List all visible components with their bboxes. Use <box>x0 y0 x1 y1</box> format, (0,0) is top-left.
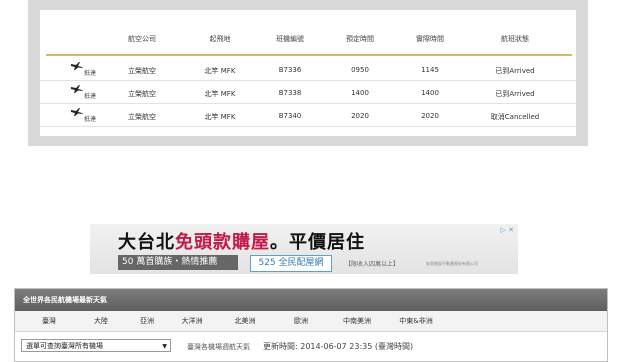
status-cell: 已到Arrived <box>495 90 535 98</box>
ad-condition-text: 【限收入四萬以上】 <box>345 261 400 268</box>
tab-europe[interactable]: 歐洲 <box>273 316 329 326</box>
airline-cell: 立榮航空 <box>128 67 156 75</box>
header-airline: 航空公司 <box>128 35 156 43</box>
airport-select-value: 選單可查詢臺灣所有機場 <box>26 342 103 350</box>
ad-brand-button[interactable]: 525 全民配屋網 <box>250 255 332 272</box>
tab-middle-east-africa[interactable]: 中東&非洲 <box>385 316 447 326</box>
update-time: 更新時間: 2014-06-07 23:35 (臺灣時間) <box>263 342 414 351</box>
weather-hint-text: 臺灣各機場週航天氣 <box>187 343 250 351</box>
flight-table-header: 航空公司 起飛地 班機編號 預定時間 實際時間 航班狀態 <box>40 10 576 52</box>
direction-label: 抵達 <box>84 70 97 77</box>
actual-cell: 1145 <box>421 66 439 74</box>
arrival-plane-icon <box>71 85 83 93</box>
weather-panel-title: 全世界各民航機場最新天氣 <box>15 289 607 311</box>
ad-company-text: 安家總部不動產經紀有限公司 <box>426 261 478 266</box>
ad-banner[interactable]: 大台北免頭款購屋。平價居住 50 萬首購族・熱情推薦 525 全民配屋網 【限收… <box>90 224 518 274</box>
tab-oceania[interactable]: 大洋洲 <box>164 316 220 326</box>
actual-cell: 1400 <box>421 89 439 97</box>
airline-cell: 立榮航空 <box>128 113 156 121</box>
airport-weather-panel: 全世界各民航機場最新天氣 臺灣 大陸 亞洲 大洋洲 北美洲 歐洲 中南美洲 中東… <box>14 288 608 362</box>
header-scheduled: 預定時間 <box>346 35 374 43</box>
header-divider <box>46 54 572 56</box>
direction-cell: 抵達 <box>70 84 104 100</box>
header-actual: 實際時間 <box>416 35 444 43</box>
ad-headline-highlight: 免頭款購屋 <box>175 232 270 253</box>
ad-tagline: 50 萬首購族・熱情推薦 <box>118 255 238 270</box>
table-row: 抵達 立榮航空 北竿 MFK B7338 1400 1400 已到Arrived <box>40 81 576 104</box>
chevron-down-icon: ▼ <box>162 343 167 350</box>
flight-table-frame: 航空公司 起飛地 班機編號 預定時間 實際時間 航班狀態 抵達 立榮航空 北竿 … <box>28 0 588 146</box>
direction-label: 抵達 <box>84 93 97 100</box>
airline-cell: 立榮航空 <box>128 90 156 98</box>
header-flight-no: 班機編號 <box>276 35 304 43</box>
direction-cell: 抵達 <box>70 61 104 77</box>
tab-latin-america[interactable]: 中南美洲 <box>329 316 385 326</box>
tab-north-america[interactable]: 北美洲 <box>217 316 273 326</box>
region-tabs: 臺灣 大陸 亞洲 大洋洲 北美洲 歐洲 中南美洲 中東&非洲 <box>15 311 607 332</box>
flight-no-cell: B7336 <box>278 66 302 74</box>
scheduled-cell: 2020 <box>351 112 369 120</box>
weather-controls: 選單可查詢臺灣所有機場 ▼ 臺灣各機場週航天氣 更新時間: 2014-06-07… <box>15 332 607 361</box>
flight-table: 航空公司 起飛地 班機編號 預定時間 實際時間 航班狀態 抵達 立榮航空 北竿 … <box>40 10 576 136</box>
header-origin: 起飛地 <box>209 35 231 43</box>
origin-cell: 北竿 MFK <box>204 67 236 75</box>
arrival-plane-icon <box>71 108 83 116</box>
status-cell: 取消Cancelled <box>490 113 540 121</box>
flight-no-cell: B7340 <box>278 112 302 120</box>
origin-cell: 北竿 MFK <box>204 90 236 98</box>
direction-label: 抵達 <box>84 116 97 123</box>
arrival-plane-icon <box>71 62 83 70</box>
ad-choices-icon[interactable]: ▷ ✕ <box>501 226 514 234</box>
tab-taiwan[interactable]: 臺灣 <box>21 316 77 326</box>
scheduled-cell: 0950 <box>351 66 369 74</box>
direction-cell: 抵達 <box>70 107 104 123</box>
airport-select[interactable]: 選單可查詢臺灣所有機場 ▼ <box>21 339 171 352</box>
table-row: 抵達 立榮航空 北竿 MFK B7336 0950 1145 已到Arrived <box>40 58 576 81</box>
origin-cell: 北竿 MFK <box>204 113 236 121</box>
ad-headline-post: 。平價居住 <box>270 232 365 253</box>
header-status: 航班狀態 <box>501 35 529 43</box>
flight-no-cell: B7338 <box>278 89 302 97</box>
actual-cell: 2020 <box>421 112 439 120</box>
scheduled-cell: 1400 <box>351 89 369 97</box>
status-cell: 已到Arrived <box>495 67 535 75</box>
table-row: 抵達 立榮航空 北竿 MFK B7340 2020 2020 取消Cancell… <box>40 104 576 127</box>
ad-headline: 大台北免頭款購屋。平價居住 <box>118 228 365 254</box>
ad-headline-pre: 大台北 <box>118 232 175 253</box>
